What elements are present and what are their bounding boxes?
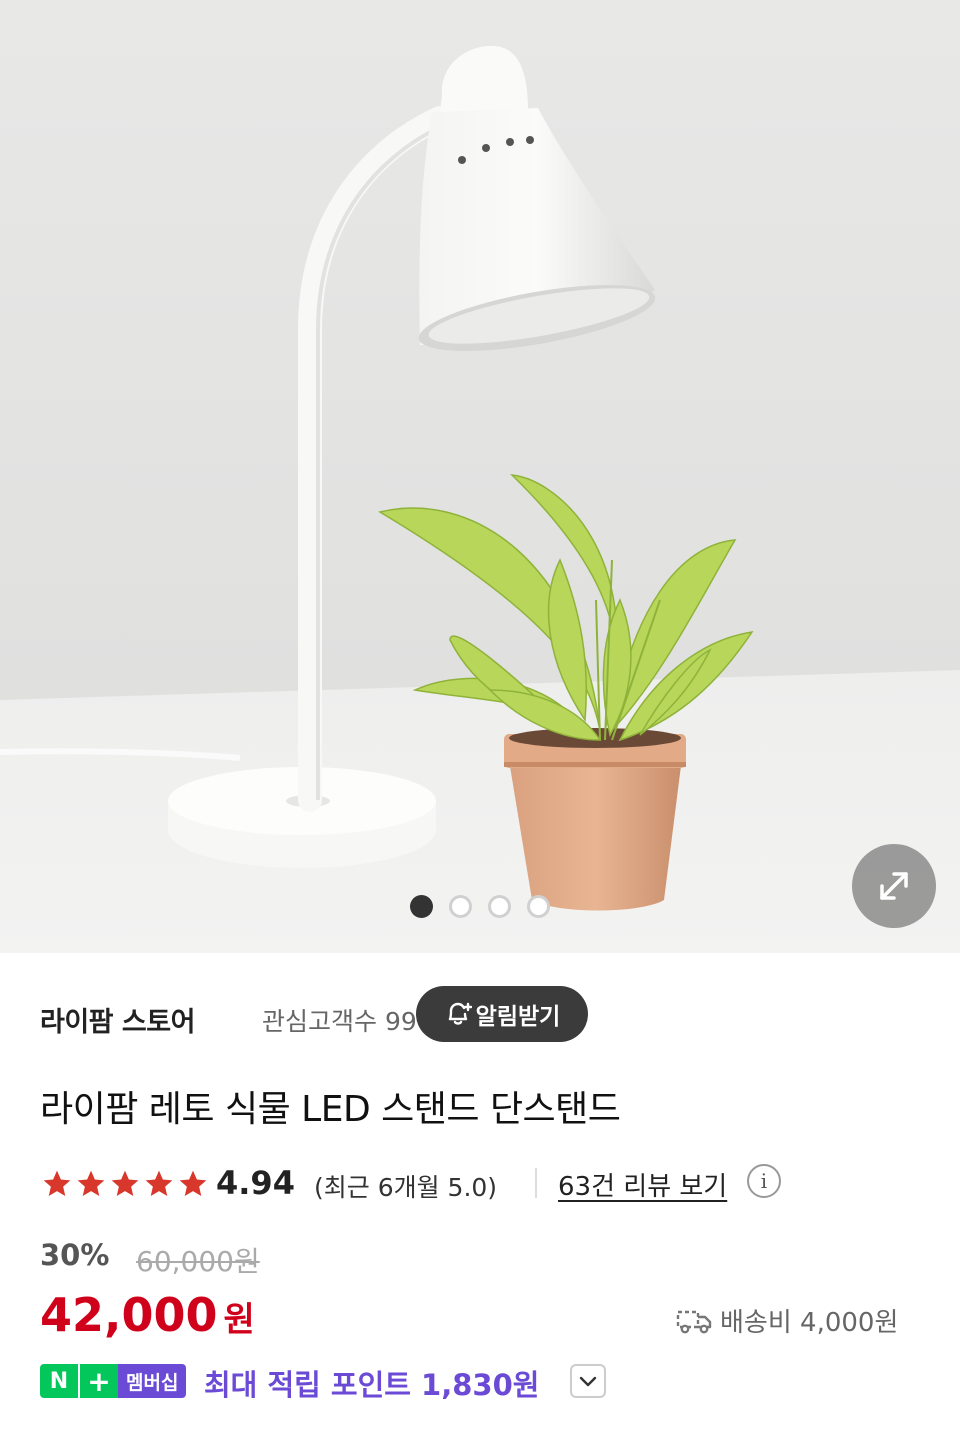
- gallery-dot-3[interactable]: [488, 895, 511, 918]
- followers-count: 관심고객수 99: [262, 1007, 417, 1036]
- star-icon: [179, 1170, 207, 1196]
- expand-arrows-icon: [880, 872, 908, 900]
- chevron-down-icon: [579, 1376, 597, 1387]
- rating-row: 4.94 (최근 6개월 5.0) 63건 리뷰 보기 i: [40, 1162, 920, 1206]
- product-image-gallery[interactable]: [0, 0, 960, 953]
- product-photo: [0, 0, 960, 953]
- rating-value: 4.94: [216, 1164, 295, 1202]
- gallery-dot-2[interactable]: [449, 895, 472, 918]
- star-icon: [77, 1170, 105, 1196]
- sale-price: 42,000 원: [40, 1288, 255, 1342]
- membership-points-row: N + 멤버십 최대 적립 포인트 1,830원: [40, 1362, 920, 1402]
- badge-membership-label: 멤버십: [118, 1364, 187, 1398]
- star-icon: [145, 1170, 173, 1196]
- truck-icon: [676, 1310, 712, 1333]
- star-icon: [111, 1170, 139, 1196]
- product-title: 라이팜 레토 식물 LED 스탠드 단스탠드: [40, 1089, 621, 1130]
- discount-rate: 30%: [40, 1238, 110, 1272]
- badge-plus: +: [78, 1364, 118, 1398]
- divider: [535, 1168, 537, 1198]
- star-rating: [40, 1168, 210, 1200]
- shipping-fee-label: 배송비 4,000원: [720, 1308, 899, 1338]
- star-icon: [43, 1170, 71, 1196]
- original-price: 60,000원: [136, 1245, 260, 1278]
- follow-button-label: 알림받기: [475, 1004, 561, 1030]
- sale-price-value: 42,000: [40, 1288, 218, 1342]
- follow-alert-button[interactable]: 알림받기: [416, 986, 588, 1042]
- max-points-label: 최대 적립 포인트 1,830원: [204, 1368, 540, 1402]
- review-link[interactable]: 63건 리뷰 보기: [558, 1166, 727, 1203]
- shipping-fee: 배송비 4,000원: [676, 1302, 898, 1339]
- expand-image-button[interactable]: [852, 844, 936, 928]
- sale-price-unit: 원: [223, 1300, 255, 1340]
- gallery-pagination: [0, 895, 960, 919]
- store-row: 라이팜 스토어 관심고객수 99 알림받기: [40, 986, 920, 1042]
- naver-plus-membership-badge: N + 멤버십: [40, 1364, 187, 1398]
- points-expand-button[interactable]: [570, 1364, 606, 1398]
- gallery-dot-4[interactable]: [527, 895, 550, 918]
- recent-rating: (최근 6개월 5.0): [314, 1173, 498, 1202]
- store-name-link[interactable]: 라이팜 스토어: [40, 1000, 195, 1039]
- info-icon[interactable]: i: [747, 1164, 781, 1198]
- bell-plus-icon: [448, 1002, 472, 1025]
- badge-n: N: [40, 1364, 78, 1398]
- gallery-dot-1[interactable]: [410, 895, 433, 918]
